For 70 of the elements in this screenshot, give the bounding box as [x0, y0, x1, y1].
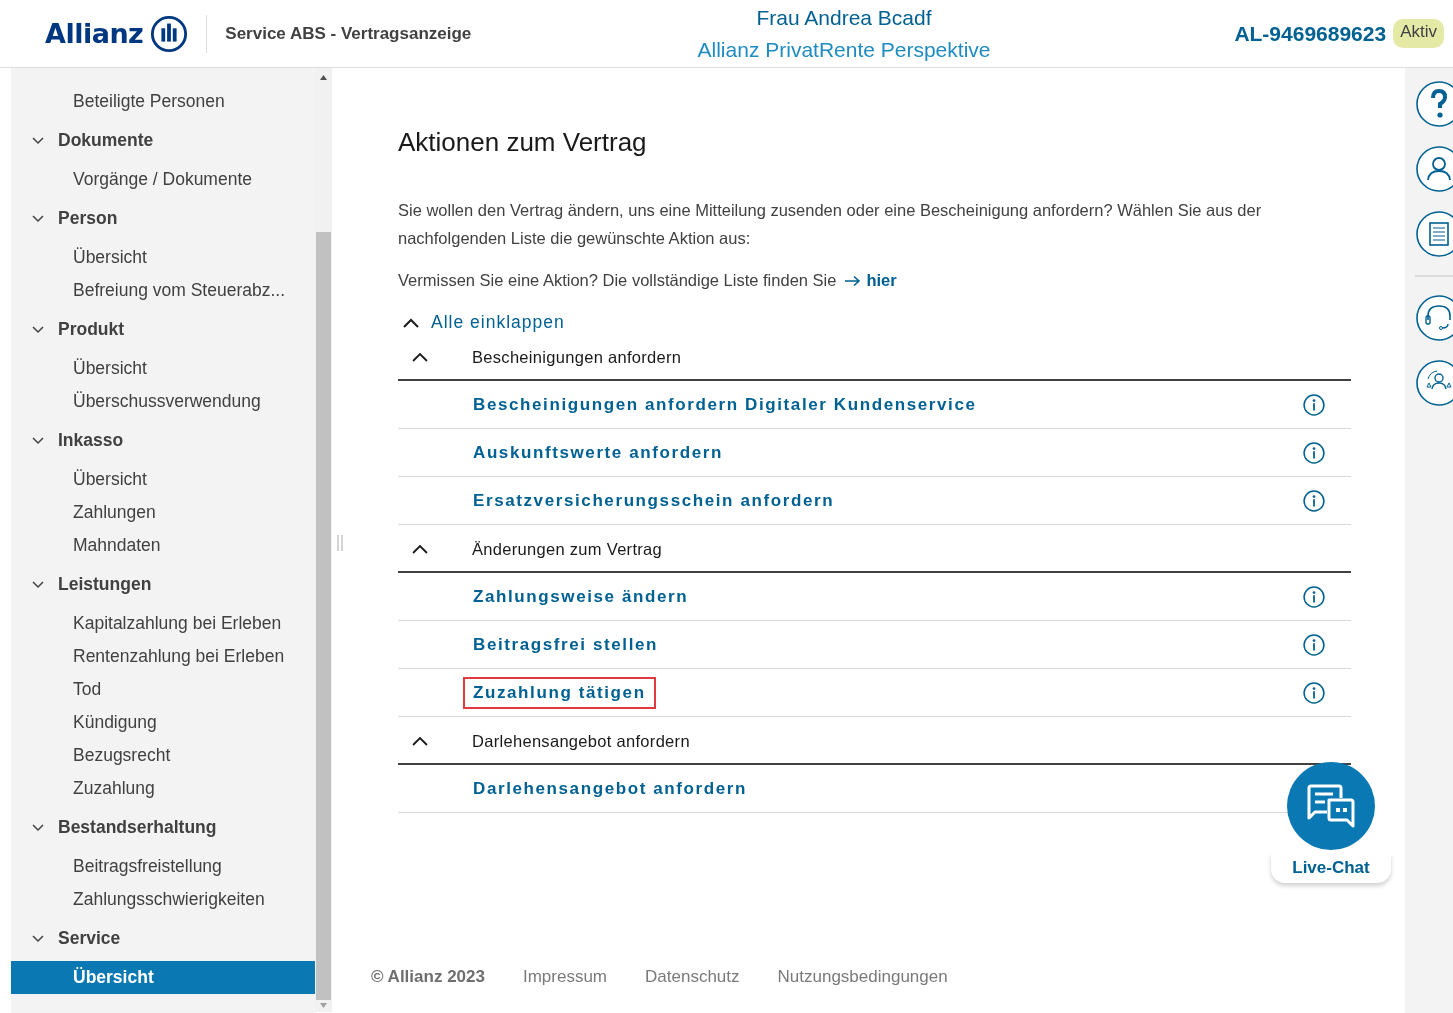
chevron-up-icon: [402, 316, 420, 329]
info-icon[interactable]: [1303, 681, 1325, 704]
live-chat-button[interactable]: Live-Chat: [1271, 853, 1391, 883]
action-link[interactable]: Beitragsfrei stellen: [463, 628, 669, 661]
intro-text: Sie wollen den Vertrag ändern, uns eine Mitteilung zusenden oder eine Bescheinigung anfordern? Wählen Sie aus der nachfolgenden Liste die gewünschte Aktion aus:: [398, 200, 1263, 249]
section-header[interactable]: Bescheinigungen anfordern: [398, 335, 1351, 381]
status-badge: Aktiv: [1393, 19, 1444, 48]
chevron-icon: [411, 735, 429, 747]
link[interactable]: hier: [844, 271, 897, 290]
nav-item[interactable]: Zuzahlung: [11, 772, 315, 805]
chevron-icon: [411, 543, 429, 555]
nav-item[interactable]: Zahlungen: [11, 496, 315, 529]
product-name: Allianz PrivatRente Perspektive: [697, 36, 991, 63]
page-title: Aktionen zum Vertrag: [398, 127, 648, 157]
section-header[interactable]: Darlehensangebot anfordern: [398, 719, 1351, 765]
info-icon[interactable]: [1303, 585, 1325, 608]
nav-item[interactable]: Befreiung vom Steuerabz...: [11, 274, 315, 307]
action-link[interactable]: Ersatzversicherungsschein anfordern: [463, 484, 845, 517]
nav-item[interactable]: Beitragsfreistellung: [11, 850, 315, 883]
section-header[interactable]: Änderungen zum Vertrag: [398, 527, 1351, 573]
nav-item[interactable]: Übersicht: [11, 241, 315, 274]
info-icon[interactable]: [1303, 633, 1325, 656]
nav-item[interactable]: Vorgänge / Dokumente: [11, 163, 315, 196]
nav-item[interactable]: Bezugsrecht: [11, 739, 315, 772]
hint-text: Vermissen Sie eine Aktion? Die vollständige Liste finden Sie: [398, 271, 837, 290]
action-link[interactable]: Darlehensangebot anfordern: [463, 772, 757, 805]
collapse-all-button[interactable]: Alle einklappen: [398, 312, 565, 333]
headset-icon[interactable]: [1415, 294, 1453, 342]
footer-link[interactable]: Nutzungsbedingungen: [777, 967, 948, 987]
nav-item[interactable]: Zahlungsschwierigkeiten: [11, 883, 315, 916]
nav-group-toggle[interactable]: Produkt: [11, 307, 315, 352]
nav-item[interactable]: Übersicht: [11, 352, 315, 385]
nav-item[interactable]: Überschussverwendung: [11, 385, 315, 418]
nav-group-toggle[interactable]: Inkasso: [11, 418, 315, 463]
chat-icon: [1287, 762, 1375, 850]
person-icon[interactable]: [1415, 145, 1453, 193]
action-link[interactable]: Zuzahlung tätigen: [463, 676, 656, 709]
help-icon[interactable]: [1415, 80, 1453, 128]
customer-name: Frau Andrea Bcadf: [756, 4, 932, 31]
copyright-text: © Allianz 2023: [371, 967, 485, 987]
info-icon[interactable]: [1303, 393, 1325, 416]
nav-group-toggle[interactable]: Service: [11, 916, 315, 961]
nav-item[interactable]: Kündigung: [11, 706, 315, 739]
nav-item[interactable]: Mahndaten: [11, 529, 315, 562]
nav-group-toggle[interactable]: Person: [11, 196, 315, 241]
nav-item[interactable]: Rentenzahlung bei Erleben: [11, 640, 315, 673]
action-link[interactable]: Zahlungsweise ändern: [463, 580, 699, 613]
nav-item[interactable]: Tod: [11, 673, 315, 706]
nav-item[interactable]: Beteiligte Personen: [11, 85, 315, 118]
document-icon[interactable]: [1415, 210, 1453, 258]
info-icon[interactable]: [1303, 441, 1325, 464]
logo: Allianz: [45, 18, 144, 49]
info-icon[interactable]: [1303, 489, 1325, 512]
nav-group-toggle[interactable]: Dokumente: [11, 118, 315, 163]
splitter-handle[interactable]: [337, 535, 343, 551]
nav-group-toggle[interactable]: Leistungen: [11, 562, 315, 607]
action-link[interactable]: Auskunftswerte anfordern: [463, 436, 733, 469]
nav-item[interactable]: Kapitalzahlung bei Erleben: [11, 607, 315, 640]
chevron-icon: [411, 351, 429, 363]
people-icon[interactable]: [1415, 359, 1453, 407]
contract-number: AL-9469689623: [1234, 21, 1387, 46]
footer-link[interactable]: Impressum: [522, 967, 608, 987]
nav-item[interactable]: Übersicht: [11, 463, 315, 496]
logo-icon: [150, 14, 189, 53]
app-title: Service ABS - Vertragsanzeige: [225, 23, 472, 44]
action-link[interactable]: Bescheinigungen anfordern Digitaler Kundenservice: [463, 388, 987, 421]
nav-group-toggle[interactable]: Bestandserhaltung: [11, 805, 315, 850]
nav-item[interactable]: Übersicht: [11, 961, 315, 994]
footer-link[interactable]: Datenschutz: [645, 967, 740, 987]
arrow-icon: [844, 274, 862, 287]
